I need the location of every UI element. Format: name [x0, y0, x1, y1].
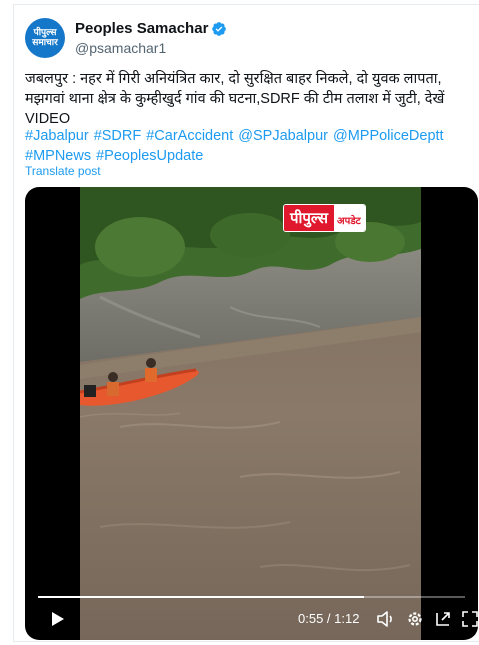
avatar-text-line-2: समाचार — [32, 38, 58, 48]
play-icon[interactable] — [47, 607, 69, 631]
time-display: 0:55 / 1:12 — [298, 611, 360, 626]
video-player[interactable]: पीपुल्स अपडेट 0:55 / 1:12 — [25, 187, 478, 640]
tweet-text: जबलपुर : नहर में गिरी अनियंत्रित कार, दो… — [25, 71, 445, 127]
popout-icon[interactable] — [433, 607, 453, 631]
avatar[interactable]: पीपुल्स समाचार — [25, 18, 65, 58]
hashtag-link[interactable]: #MPNews — [25, 148, 91, 164]
video-controls: 0:55 / 1:12 — [25, 607, 478, 633]
hashtag-link[interactable]: #CarAccident — [146, 128, 233, 144]
progress-fill — [38, 596, 365, 598]
handle[interactable]: @psamachar1 — [75, 40, 166, 56]
hashtag-list: #Jabalpur #SDRF #CarAccident @SPJabalpur @MP… — [25, 126, 465, 166]
channel-logo-overlay: पीपुल्स अपडेट — [283, 204, 366, 232]
video-frame[interactable]: पीपुल्स अपडेट — [80, 187, 421, 640]
mention-link[interactable]: @SPJabalpur — [238, 128, 328, 144]
name-row: Peoples Samachar — [75, 20, 227, 37]
volume-icon[interactable] — [376, 607, 396, 631]
logo-main-text: पीपुल्स — [284, 205, 335, 231]
verified-badge-icon[interactable] — [211, 21, 227, 37]
logo-sub-text: अपडेट — [334, 205, 365, 231]
progress-bar[interactable] — [38, 596, 465, 598]
avatar-text-line-1: पीपुल्स — [33, 28, 57, 38]
display-name[interactable]: Peoples Samachar — [75, 20, 208, 37]
tweet-header: पीपुल्स समाचार Peoples Samachar @psamach… — [25, 16, 465, 58]
tweet-card[interactable]: पीपुल्स समाचार Peoples Samachar @psamach… — [13, 4, 479, 642]
hashtag-link[interactable]: #SDRF — [94, 128, 142, 144]
hashtag-link[interactable]: #Jabalpur — [25, 128, 89, 144]
translate-post-link[interactable]: Translate post — [25, 164, 101, 178]
video-scene — [80, 187, 421, 640]
fullscreen-icon[interactable] — [461, 607, 478, 631]
mention-link[interactable]: @MPPoliceDeptt — [333, 128, 444, 144]
hashtag-link[interactable]: #PeoplesUpdate — [96, 148, 203, 164]
settings-gear-icon[interactable] — [405, 607, 425, 631]
